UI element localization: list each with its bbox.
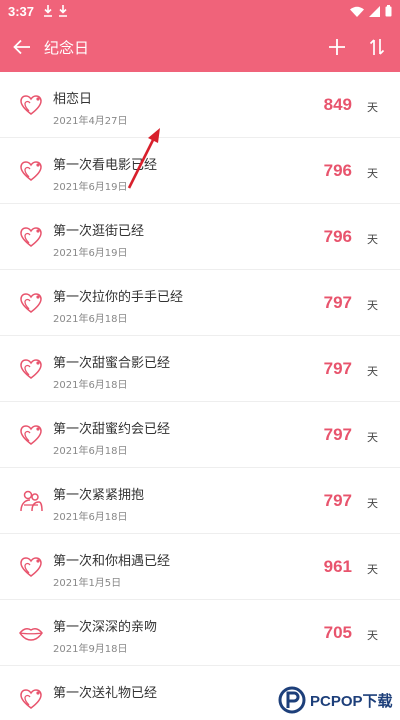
watermark-text: PCPOP下载 [310,692,393,710]
heart-ring-icon [18,356,44,382]
list-item[interactable]: 第一次深深的亲吻 2021年9月18日 705 天 [0,600,400,666]
status-bar: 3:37 [0,0,400,22]
item-day-unit: 天 [367,629,378,642]
item-day-count: 797 [323,293,352,312]
item-day-count: 796 [323,227,352,246]
arrow-left-icon [13,39,30,55]
heart-ring-icon [18,290,44,316]
item-date: 2021年6月19日 [53,248,128,259]
item-title: 相恋日 [53,92,93,107]
item-title: 第一次甜蜜合影已经 [53,356,171,371]
watermark: PCPOP下载 [272,680,400,720]
list-item[interactable]: 第一次逛街已经 2021年6月19日 796 天 [0,204,400,270]
hug-icon [18,488,44,514]
add-button[interactable] [326,36,348,58]
list-item[interactable]: 第一次甜蜜合影已经 2021年6月18日 797 天 [0,336,400,402]
status-icons [350,5,392,17]
sort-button[interactable] [366,36,388,58]
download-icon [59,5,68,17]
item-date: 2021年1月5日 [53,578,122,589]
item-day-count: 961 [323,557,352,576]
item-day-unit: 天 [367,563,378,576]
download-icon [44,5,53,17]
list-item[interactable]: 第一次甜蜜约会已经 2021年6月18日 797 天 [0,402,400,468]
list-item[interactable]: 第一次看电影已经 2021年6月19日 796 天 [0,138,400,204]
anniversary-list: 相恋日 2021年4月27日 849 天第一次看电影已经 2021年6月19日 796 天第… [0,72,400,720]
heart-ring-icon [18,224,44,250]
item-day-unit: 天 [367,431,378,444]
item-date: 2021年6月18日 [53,314,128,325]
item-day-count: 705 [323,623,352,642]
item-date: 2021年4月27日 [53,116,128,127]
list-item[interactable]: 第一次拉你的手手已经 2021年6月18日 797 天 [0,270,400,336]
item-day-unit: 天 [367,497,378,510]
item-day-count: 797 [323,491,352,510]
heart-ring-icon [18,554,44,580]
signal-icon [369,5,380,17]
battery-icon [385,5,392,17]
item-day-count: 797 [323,359,352,378]
item-title: 第一次深深的亲吻 [53,620,158,635]
item-title: 第一次逛街已经 [53,224,145,239]
wifi-icon [350,6,364,17]
appbar-actions [326,36,388,58]
item-day-unit: 天 [367,101,378,114]
app-bar: 纪念日 [0,22,400,72]
page-title: 纪念日 [44,38,90,57]
item-day-unit: 天 [367,167,378,180]
list-item[interactable]: 第一次和你相遇已经 2021年1月5日 961 天 [0,534,400,600]
item-day-unit: 天 [367,365,378,378]
list-item[interactable]: 第一次紧紧拥抱 2021年6月18日 797 天 [0,468,400,534]
item-title: 第一次送礼物已经 [53,686,158,701]
item-title: 第一次和你相遇已经 [53,554,171,569]
back-button[interactable] [10,35,34,59]
item-day-count: 796 [323,161,352,180]
heart-ring-icon [18,92,44,118]
sort-icon [369,39,385,55]
item-date: 2021年6月18日 [53,380,128,391]
item-title: 第一次看电影已经 [53,158,158,173]
item-day-count: 849 [323,95,352,114]
item-day-unit: 天 [367,233,378,246]
item-date: 2021年6月18日 [53,512,128,523]
item-title: 第一次紧紧拥抱 [53,488,145,503]
item-date: 2021年6月19日 [53,182,128,193]
pcpop-logo-icon [278,686,306,714]
item-title: 第一次甜蜜约会已经 [53,422,171,437]
list-item[interactable]: 相恋日 2021年4月27日 849 天 [0,72,400,138]
heart-ring-icon [18,422,44,448]
heart-ring-icon [18,158,44,184]
item-date: 2021年9月18日 [53,644,128,655]
status-time: 3:37 [8,3,35,19]
download-indicators [43,5,68,17]
plus-icon [329,39,345,55]
item-day-count: 797 [323,425,352,444]
heart-ring-icon [18,686,44,712]
item-title: 第一次拉你的手手已经 [53,290,184,305]
item-date: 2021年6月18日 [53,446,128,457]
lips-icon [18,620,44,646]
item-day-unit: 天 [367,299,378,312]
